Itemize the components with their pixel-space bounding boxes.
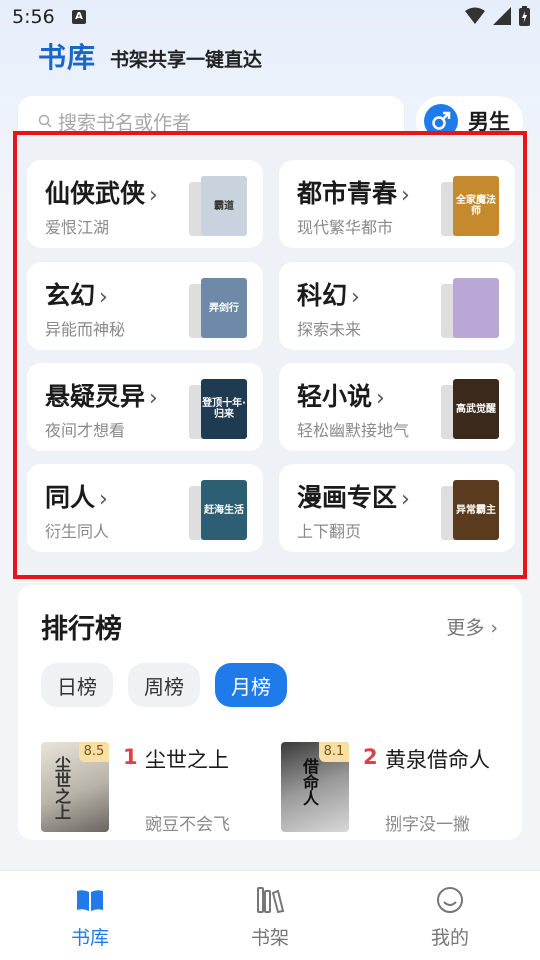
category-name: 轻小说 › [297,382,385,411]
tab-bookshelf[interactable]: 书架 [180,871,360,960]
chevron-right-icon: › [490,617,498,639]
category-cover: 霸道 [189,176,247,236]
tab-weekly[interactable]: 周榜 [128,663,200,707]
category-cover: 赶海生活 [189,480,247,540]
search-icon [38,114,52,128]
category-card-light-novel[interactable]: 轻小说 › 轻松幽默接地气 高武觉醒 [279,363,515,451]
category-name: 漫画专区 › [297,483,410,512]
book-author: 捌字没一撇 [385,815,470,835]
book-rank: 2 [363,745,378,769]
category-card-xianxia[interactable]: 仙侠武侠 › 爱恨江湖 霸道 [27,160,263,248]
tab-daily[interactable]: 日榜 [41,663,113,707]
category-desc: 异能而神秘 [45,320,126,339]
ranking-more-link[interactable]: 更多 › [446,613,498,640]
category-card-scifi[interactable]: 科幻 › 探索未来 [279,262,515,350]
chevron-right-icon: › [376,386,385,411]
status-time: 5:56 [12,6,55,28]
book-title: 黄泉借命人 [385,748,490,772]
chevron-right-icon: › [351,285,360,310]
bottom-tab-bar: 书库 书架 我的 [0,870,540,960]
category-name: 科幻 › [297,281,360,310]
tab-library[interactable]: 书库 [0,871,180,960]
status-bar: 5:56 A [0,0,540,36]
chevron-right-icon: › [401,487,410,512]
category-cover: 全家魔法师 [441,176,499,236]
book-title: 尘世之上 [145,748,229,772]
smiley-icon [437,887,463,913]
book-score: 8.5 [79,742,109,762]
tab-label: 书库 [70,927,109,949]
book-open-icon [77,890,103,911]
tab-label: 书架 [250,927,289,949]
category-cover: 弄剑行 [189,278,247,338]
book-rank: 1 [123,745,138,769]
category-desc: 现代繁华都市 [297,218,394,237]
category-name: 仙侠武侠 › [45,179,158,208]
chevron-right-icon: › [99,487,108,512]
battery-icon [519,6,530,26]
ranking-panel: 排行榜 更多 › 日榜 周榜 月榜 尘世之上 8.5 1 尘世之上 豌豆不会飞 … [18,585,522,840]
category-name: 都市青春 › [297,179,410,208]
book-cover: 借命人 8.1 [281,742,349,832]
category-name: 悬疑灵异 › [45,382,158,411]
book-cover: 尘世之上 8.5 [41,742,109,832]
chevron-right-icon: › [99,285,108,310]
ranking-title: 排行榜 [41,614,122,645]
bookshelf-icon [257,887,285,914]
category-desc: 探索未来 [297,320,362,339]
category-name: 同人 › [45,483,108,512]
page-title: 书库 [38,41,97,74]
category-card-comics[interactable]: 漫画专区 › 上下翻页 异常霸主 [279,464,515,552]
book-score: 8.1 [319,742,349,762]
chevron-right-icon: › [149,386,158,411]
category-desc: 轻松幽默接地气 [297,421,410,440]
category-card-suspense[interactable]: 悬疑灵异 › 夜间才想看 登顶十年·归来 [27,363,263,451]
tab-monthly[interactable]: 月榜 [215,663,287,707]
category-card-fanfic[interactable]: 同人 › 衍生同人 赶海生活 [27,464,263,552]
category-desc: 上下翻页 [297,522,362,541]
category-desc: 衍生同人 [45,522,110,541]
chevron-right-icon: › [149,183,158,208]
signal-icon [493,7,511,25]
category-card-urban[interactable]: 都市青春 › 现代繁华都市 全家魔法师 [279,160,515,248]
category-card-fantasy[interactable]: 玄幻 › 异能而神秘 弄剑行 [27,262,263,350]
category-grid: 仙侠武侠 › 爱恨江湖 霸道 都市青春 › 现代繁华都市 全家魔法师 玄幻 › 异能而… [13,131,527,579]
tab-label: 我的 [430,927,469,949]
category-cover: 异常霸主 [441,480,499,540]
category-cover [441,278,499,338]
category-desc: 爱恨江湖 [45,218,110,237]
category-name: 玄幻 › [45,281,108,310]
tab-profile[interactable]: 我的 [360,871,540,960]
chevron-right-icon: › [401,183,410,208]
category-cover: 登顶十年·归来 [189,379,247,439]
book-author: 豌豆不会飞 [145,815,230,835]
category-desc: 夜间才想看 [45,421,126,440]
wifi-icon [465,7,485,24]
category-cover: 高武觉醒 [441,379,499,439]
page-subtitle: 书架共享一键直达 [110,49,263,71]
notification-a-icon: A [72,10,86,24]
